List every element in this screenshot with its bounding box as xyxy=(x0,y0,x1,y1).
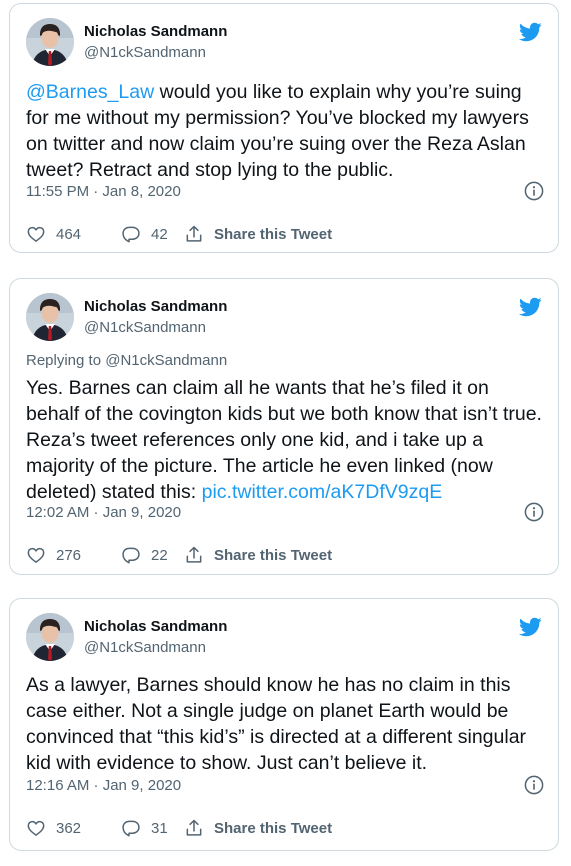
tweet-meta: 12:16 AM · Jan 9, 2020 xyxy=(26,775,544,797)
tweet-header: Nicholas Sandmann @N1ckSandmann xyxy=(26,293,544,343)
share-label: Share this Tweet xyxy=(214,819,333,837)
reply-count: 31 xyxy=(151,819,168,837)
info-icon[interactable] xyxy=(524,181,544,201)
like-count: 464 xyxy=(56,225,82,243)
tweet-actions: 276 22 Share this Tweet xyxy=(26,543,544,567)
share-button[interactable]: Share this Tweet xyxy=(184,545,332,565)
tweet-header: Nicholas Sandmann @N1ckSandmann xyxy=(26,18,544,68)
reply-button[interactable]: 22 xyxy=(121,545,184,565)
share-icon xyxy=(184,545,204,565)
reply-button[interactable]: 31 xyxy=(121,818,184,838)
timestamp[interactable]: 12:02 AM · Jan 9, 2020 xyxy=(26,504,181,521)
like-count: 362 xyxy=(56,819,82,837)
share-label: Share this Tweet xyxy=(214,546,333,564)
author-handle[interactable]: @N1ckSandmann xyxy=(84,638,227,658)
heart-icon xyxy=(26,545,46,565)
author-info[interactable]: Nicholas Sandmann @N1ckSandmann xyxy=(84,22,227,63)
info-icon[interactable] xyxy=(524,502,544,522)
tweet-header: Nicholas Sandmann @N1ckSandmann xyxy=(26,613,544,663)
tweet-actions: 362 31 Share this Tweet xyxy=(26,816,544,840)
tweet-text: Yes. Barnes can claim all he wants that … xyxy=(26,375,546,505)
reply-bubble-icon xyxy=(121,224,141,244)
info-icon[interactable] xyxy=(524,775,544,795)
reply-count: 22 xyxy=(151,546,168,564)
author-name[interactable]: Nicholas Sandmann xyxy=(84,617,227,637)
like-count: 276 xyxy=(56,546,82,564)
author-handle[interactable]: @N1ckSandmann xyxy=(84,318,227,338)
tweet-actions: 464 42 Share this Tweet xyxy=(26,222,544,246)
author-info[interactable]: Nicholas Sandmann @N1ckSandmann xyxy=(84,617,227,658)
twitter-bird-icon[interactable] xyxy=(518,295,542,319)
tweet-text: As a lawyer, Barnes should know he has n… xyxy=(26,674,527,774)
author-name[interactable]: Nicholas Sandmann xyxy=(84,22,227,42)
share-icon xyxy=(184,818,204,838)
tweet-meta: 12:02 AM · Jan 9, 2020 xyxy=(26,502,544,524)
author-name[interactable]: Nicholas Sandmann xyxy=(84,297,227,317)
heart-icon xyxy=(26,818,46,838)
tweet-card[interactable]: Nicholas Sandmann @N1ckSandmann As a law… xyxy=(9,598,559,851)
tweet-text: @Barnes_Law would you like to explain wh… xyxy=(26,79,546,183)
avatar[interactable] xyxy=(26,18,74,66)
twitter-bird-icon[interactable] xyxy=(518,615,542,639)
media-link[interactable]: pic.twitter.com/aK7DfV9zqE xyxy=(202,481,443,503)
mention-link[interactable]: @Barnes_Law xyxy=(26,81,154,103)
timestamp[interactable]: 12:16 AM · Jan 9, 2020 xyxy=(26,777,181,794)
reply-count: 42 xyxy=(151,225,168,243)
share-button[interactable]: Share this Tweet xyxy=(184,224,332,244)
twitter-bird-icon[interactable] xyxy=(518,20,542,44)
like-button[interactable]: 276 xyxy=(26,545,121,565)
timestamp[interactable]: 11:55 PM · Jan 8, 2020 xyxy=(26,183,181,200)
tweet-card[interactable]: Nicholas Sandmann @N1ckSandmann @Barnes_… xyxy=(9,3,559,253)
tweet-card[interactable]: Nicholas Sandmann @N1ckSandmann Replying… xyxy=(9,278,559,575)
share-label: Share this Tweet xyxy=(214,225,333,243)
avatar[interactable] xyxy=(26,293,74,341)
author-handle[interactable]: @N1ckSandmann xyxy=(84,43,227,63)
like-button[interactable]: 362 xyxy=(26,818,121,838)
replying-to[interactable]: Replying to @N1ckSandmann xyxy=(26,351,227,371)
avatar[interactable] xyxy=(26,613,74,661)
reply-bubble-icon xyxy=(121,818,141,838)
heart-icon xyxy=(26,224,46,244)
reply-button[interactable]: 42 xyxy=(121,224,184,244)
share-button[interactable]: Share this Tweet xyxy=(184,818,332,838)
share-icon xyxy=(184,224,204,244)
tweet-meta: 11:55 PM · Jan 8, 2020 xyxy=(26,181,544,203)
reply-bubble-icon xyxy=(121,545,141,565)
author-info[interactable]: Nicholas Sandmann @N1ckSandmann xyxy=(84,297,227,338)
like-button[interactable]: 464 xyxy=(26,224,121,244)
